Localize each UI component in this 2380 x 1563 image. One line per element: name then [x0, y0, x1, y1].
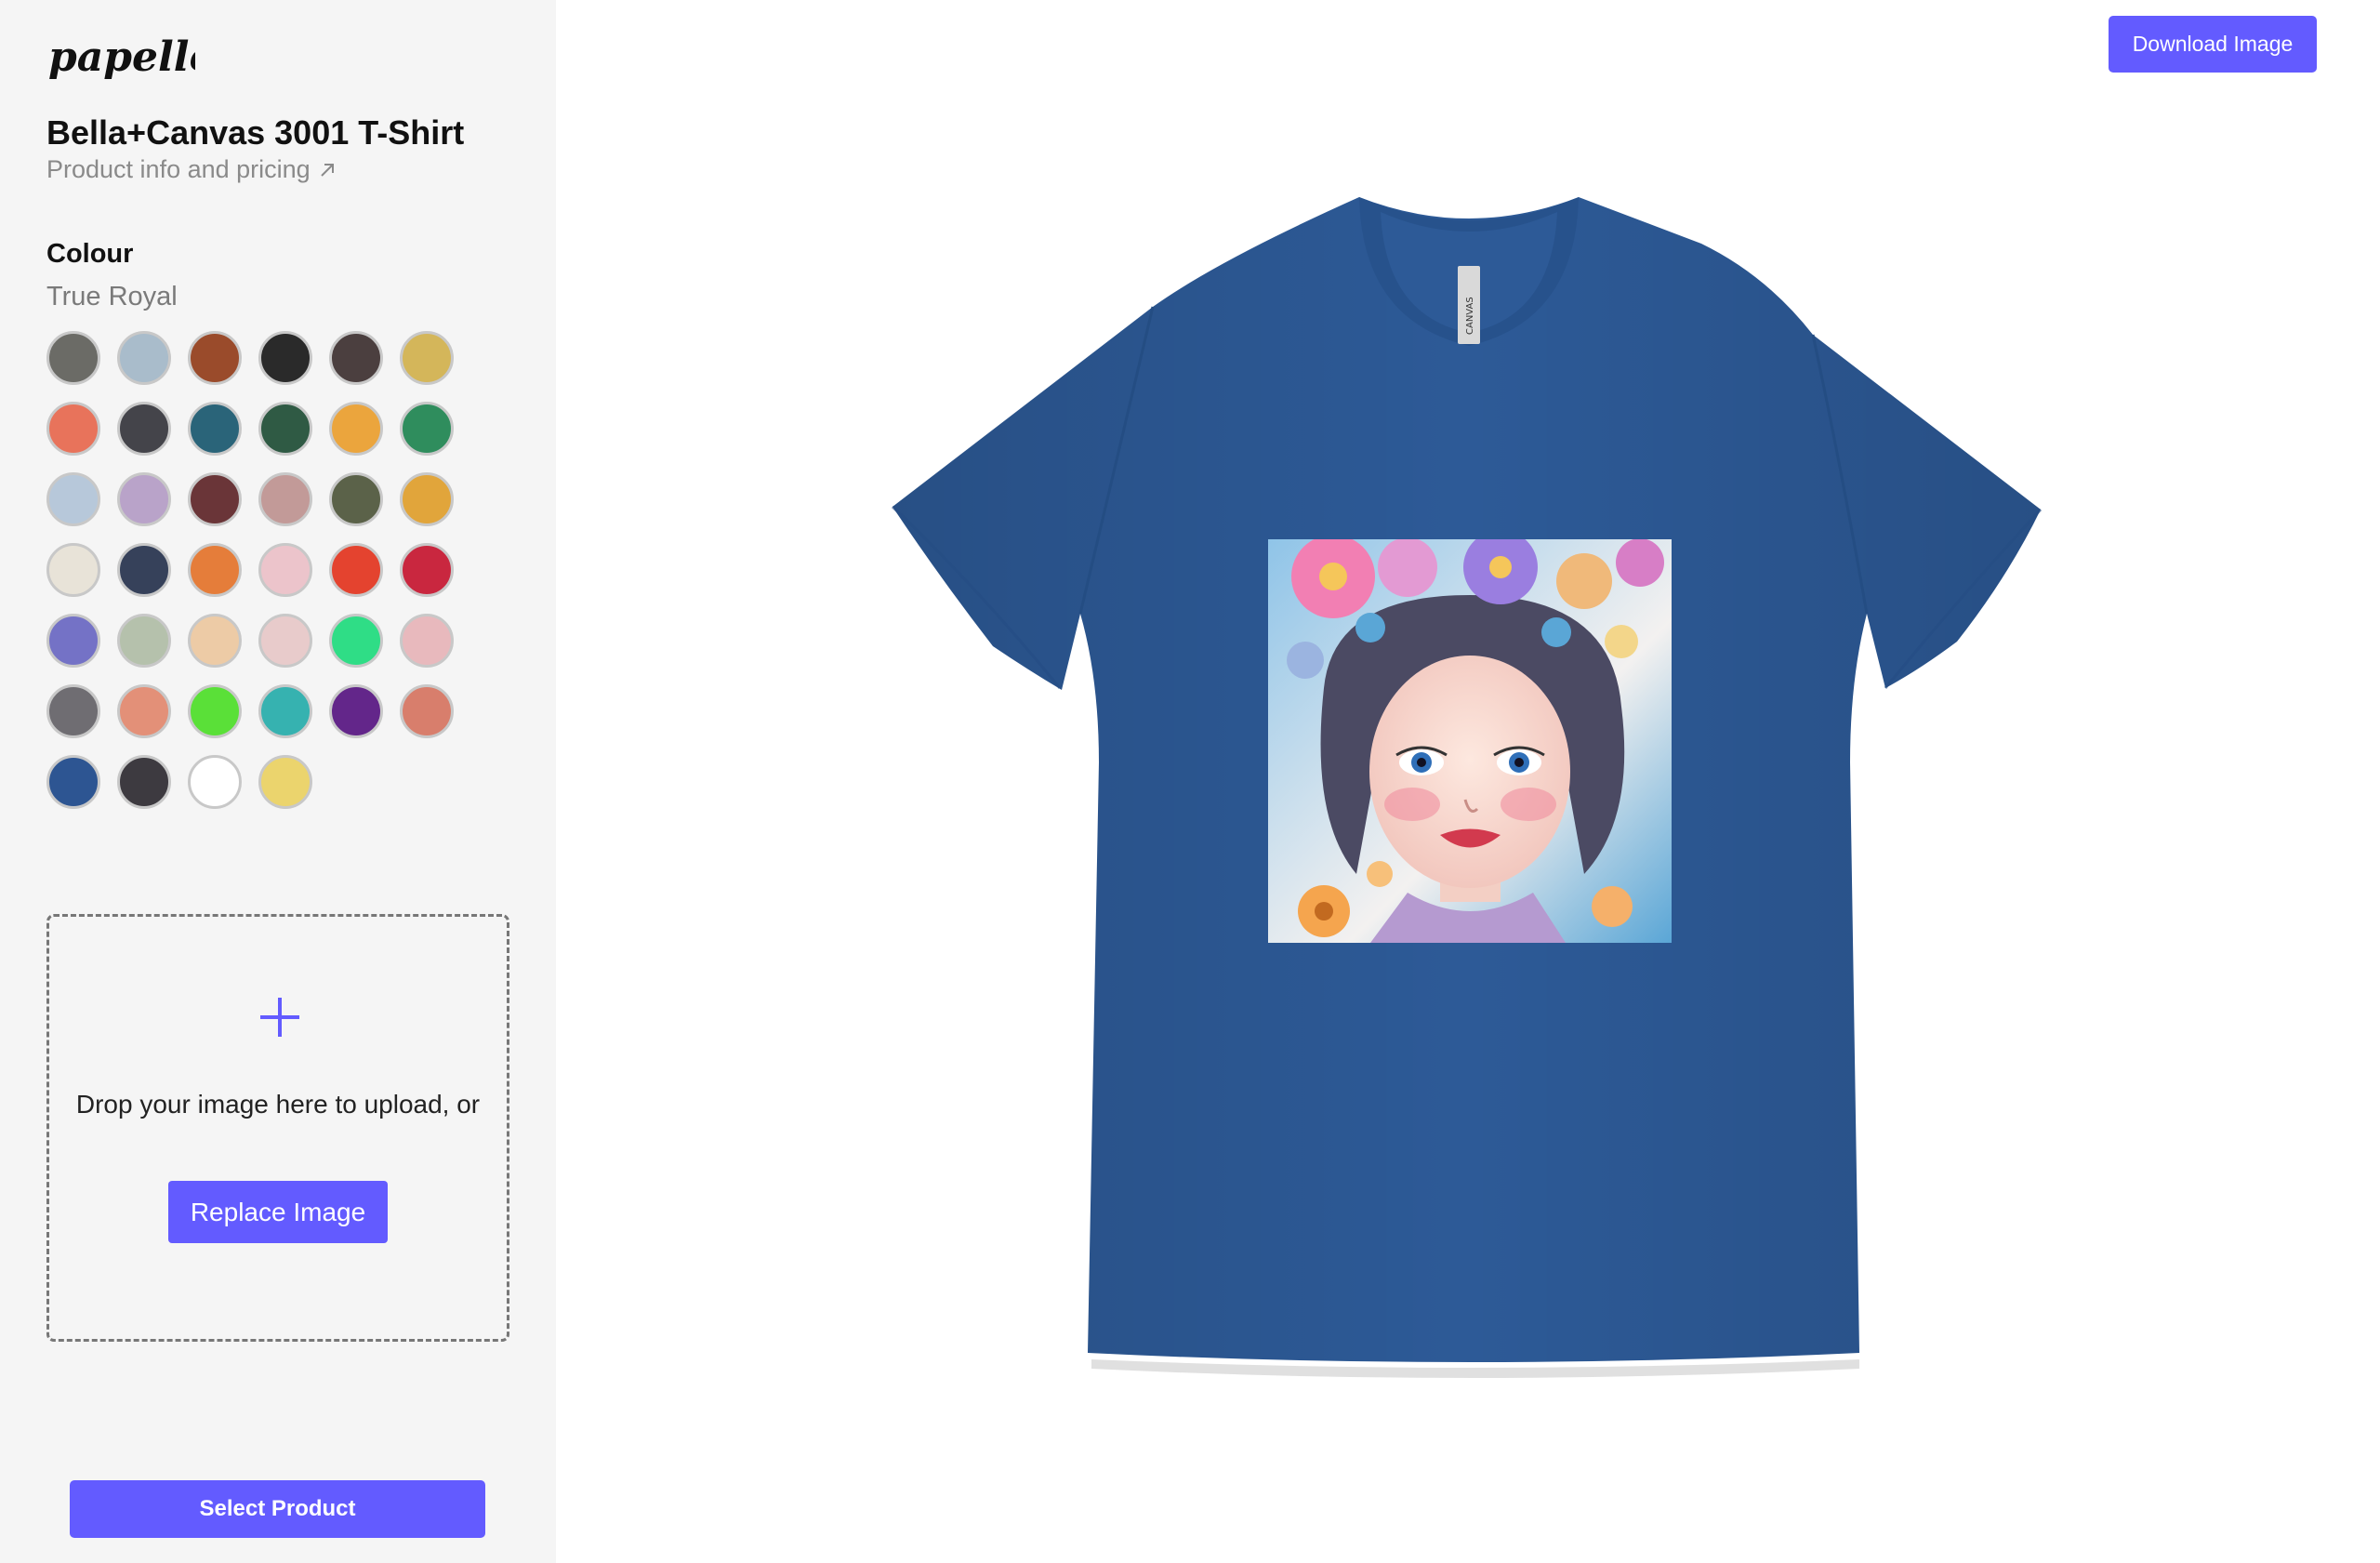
logo-text: papello — [48, 33, 195, 81]
colour-swatch[interactable] — [117, 755, 171, 809]
colour-swatch[interactable] — [400, 614, 454, 668]
colour-swatch[interactable] — [329, 331, 383, 385]
product-info-link[interactable]: Product info and pricing — [46, 155, 337, 184]
colour-swatch[interactable] — [46, 472, 100, 526]
plus-icon — [260, 998, 299, 1037]
colour-swatch[interactable] — [117, 331, 171, 385]
colour-swatch[interactable] — [188, 402, 242, 456]
product-title: Bella+Canvas 3001 T-Shirt — [46, 113, 465, 152]
colour-swatch[interactable] — [258, 614, 312, 668]
colour-swatch[interactable] — [258, 684, 312, 738]
colour-heading: Colour — [46, 239, 134, 269]
colour-swatch[interactable] — [46, 614, 100, 668]
external-link-icon — [320, 163, 334, 177]
product-preview: CANVAS — [883, 186, 2055, 1385]
colour-swatch[interactable] — [400, 402, 454, 456]
colour-swatch[interactable] — [400, 684, 454, 738]
colour-swatch[interactable] — [117, 472, 171, 526]
colour-swatch[interactable] — [46, 684, 100, 738]
colour-swatch[interactable] — [400, 331, 454, 385]
colour-swatch[interactable] — [46, 755, 100, 809]
colour-swatch[interactable] — [117, 543, 171, 597]
colour-swatch[interactable] — [188, 472, 242, 526]
uploaded-design-image — [1268, 539, 1672, 943]
colour-swatch[interactable] — [117, 402, 171, 456]
selected-colour-name: True Royal — [46, 282, 178, 311]
colour-swatch[interactable] — [188, 684, 242, 738]
colour-swatch[interactable] — [400, 472, 454, 526]
colour-swatch[interactable] — [188, 543, 242, 597]
colour-swatch[interactable] — [400, 543, 454, 597]
colour-swatch[interactable] — [329, 684, 383, 738]
colour-swatch[interactable] — [329, 614, 383, 668]
colour-swatch[interactable] — [329, 543, 383, 597]
product-info-link-label: Product info and pricing — [46, 155, 311, 183]
neck-label-text: CANVAS — [1465, 297, 1475, 335]
colour-swatch[interactable] — [188, 755, 242, 809]
sidebar: papello Bella+Canvas 3001 T-Shirt Produc… — [0, 0, 556, 1563]
colour-swatch[interactable] — [46, 331, 100, 385]
replace-image-button[interactable]: Replace Image — [168, 1181, 388, 1243]
colour-swatch[interactable] — [188, 331, 242, 385]
colour-swatch[interactable] — [117, 684, 171, 738]
colour-swatch[interactable] — [258, 543, 312, 597]
colour-swatch[interactable] — [46, 543, 100, 597]
image-dropzone[interactable]: Drop your image here to upload, or Repla… — [46, 914, 509, 1342]
design-artwork — [1268, 539, 1672, 943]
colour-swatch[interactable] — [258, 472, 312, 526]
colour-swatch[interactable] — [258, 755, 312, 809]
colour-swatch[interactable] — [188, 614, 242, 668]
dropzone-text: Drop your image here to upload, or — [75, 1090, 481, 1119]
download-image-button[interactable]: Download Image — [2109, 16, 2317, 73]
papello-logo[interactable]: papello — [46, 32, 195, 89]
colour-swatch[interactable] — [329, 472, 383, 526]
colour-swatch[interactable] — [258, 331, 312, 385]
colour-swatch[interactable] — [258, 402, 312, 456]
colour-swatch[interactable] — [329, 402, 383, 456]
colour-swatch-grid — [46, 331, 474, 809]
select-product-button[interactable]: Select Product — [70, 1480, 485, 1538]
colour-swatch[interactable] — [117, 614, 171, 668]
colour-swatch[interactable] — [46, 402, 100, 456]
